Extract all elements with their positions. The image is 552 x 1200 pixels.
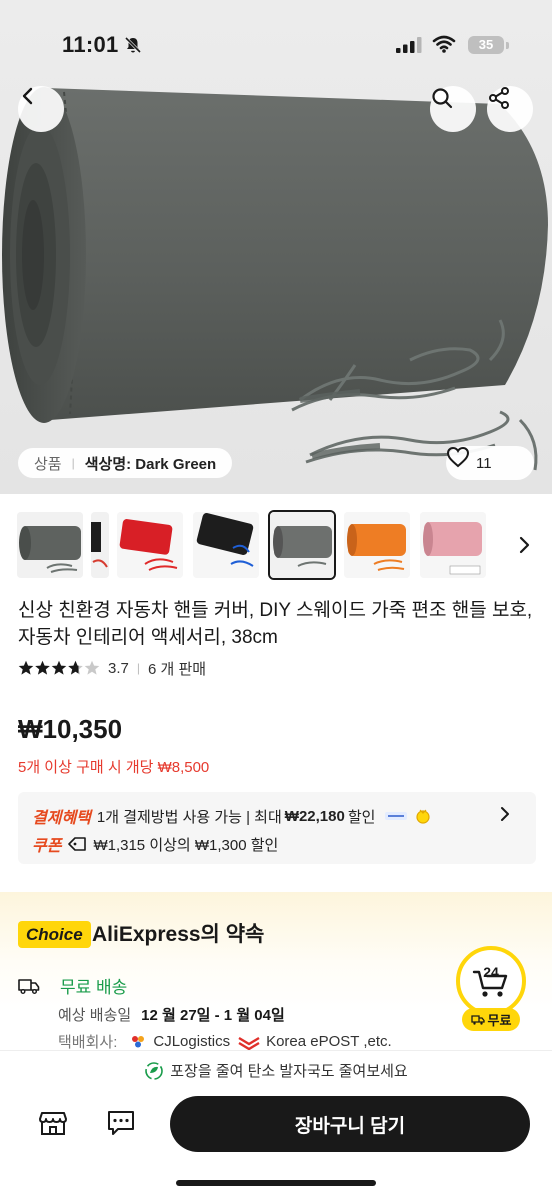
status-bar: 11:01 35 bbox=[0, 0, 552, 92]
chat-button[interactable] bbox=[104, 1105, 138, 1139]
carrier-row: 택배회사: CJLogistics Korea ePOST ,etc. bbox=[58, 1031, 392, 1052]
delivery-24h-badge[interactable]: 24 bbox=[456, 946, 526, 1016]
payment-benefit-tag: 결제혜택 bbox=[32, 810, 91, 827]
search-button[interactable] bbox=[430, 86, 476, 132]
star-icons bbox=[18, 660, 100, 675]
chevron-right-icon[interactable] bbox=[514, 533, 534, 557]
heart-icon bbox=[446, 446, 470, 468]
thumbnail-image bbox=[270, 512, 334, 578]
carrier-korea-post: Korea ePOST ,etc. bbox=[266, 1033, 392, 1050]
truck-small-icon bbox=[470, 1014, 485, 1025]
rating-row[interactable]: 3.7 | 6 개 판매 bbox=[18, 657, 206, 679]
like-count: 11 bbox=[476, 454, 492, 472]
tag-icon bbox=[68, 837, 87, 851]
eta-label: 예상 배송일 bbox=[58, 1007, 132, 1024]
add-to-cart-button[interactable]: 장바구니 담기 bbox=[170, 1096, 530, 1152]
thumbnail-dark-gray-selected[interactable] bbox=[268, 510, 336, 580]
bell-off-icon bbox=[124, 36, 142, 54]
delivery-eta-row: 예상 배송일 12 월 27일 - 1 월 04일 bbox=[58, 1004, 285, 1025]
search-icon bbox=[432, 88, 453, 109]
thumbnail-strip[interactable] bbox=[0, 510, 552, 584]
back-button[interactable] bbox=[18, 86, 64, 132]
eta-value: 12 월 27일 - 1 월 04일 bbox=[141, 1007, 285, 1024]
thumbnail-image bbox=[17, 512, 83, 578]
korea-post-logo-icon bbox=[238, 1036, 260, 1050]
coin-badge-icon bbox=[416, 809, 431, 824]
badge24-free-text: 무료 bbox=[487, 1013, 512, 1028]
carrier-cj: CJLogistics bbox=[153, 1033, 231, 1050]
battery-indicator: 35 bbox=[468, 36, 504, 54]
rating-value: 3.7 bbox=[108, 659, 129, 677]
rating-divider: | bbox=[136, 661, 140, 675]
share-icon bbox=[489, 87, 509, 109]
thumbnail-orange[interactable] bbox=[344, 512, 410, 578]
thumbnail-image bbox=[344, 512, 410, 578]
color-category-label: 상품 bbox=[34, 455, 62, 473]
choice-title: AliExpress의 약속 bbox=[92, 923, 265, 946]
product-title: 신상 친환경 자동차 핸들 커버, DIY 스웨이드 가죽 편조 핸들 보호, … bbox=[18, 600, 533, 648]
thumbnail-red[interactable] bbox=[117, 512, 183, 578]
price: ₩10,350 bbox=[18, 714, 123, 744]
star-rating bbox=[18, 660, 100, 676]
store-button[interactable] bbox=[36, 1105, 70, 1139]
chevron-right-icon bbox=[501, 807, 509, 821]
payment-benefit-amount: ₩22,180 bbox=[284, 807, 345, 825]
carrier-label: 택배회사: bbox=[58, 1034, 118, 1051]
coupon-text: ₩1,315 이상의 ₩1,300 할인 bbox=[93, 836, 279, 854]
sold-count: 6 개 판매 bbox=[147, 660, 207, 678]
eco-packaging-banner: 포장을 줄여 탄소 발자국도 줄여보세요 bbox=[0, 1050, 552, 1090]
thumbnail-dark-green[interactable] bbox=[17, 512, 83, 578]
thumbnail-image bbox=[193, 512, 259, 578]
pill-divider: | bbox=[71, 456, 75, 470]
chat-icon bbox=[108, 1111, 134, 1135]
promotion-box[interactable]: 결제혜택 1개 결제방법 사용 가능 | 최대 ₩22,180 할인 쿠폰 ₩1… bbox=[18, 792, 536, 864]
card-logo-icon bbox=[385, 812, 408, 820]
thumbnail-pink[interactable] bbox=[420, 512, 486, 578]
thumbnail-image bbox=[91, 512, 109, 578]
coupon-row[interactable]: 쿠폰 ₩1,315 이상의 ₩1,300 할인 bbox=[32, 832, 278, 856]
eco-text: 포장을 줄여 탄소 발자국도 줄여보세요 bbox=[170, 1063, 408, 1080]
coupon-tag: 쿠폰 bbox=[32, 838, 62, 855]
battery-cap bbox=[506, 42, 509, 49]
color-name-label: 색상명: Dark Green bbox=[84, 455, 217, 473]
thumbnail-black[interactable] bbox=[193, 512, 259, 578]
cj-logo-icon bbox=[132, 1035, 145, 1047]
badge24-number: 24 bbox=[483, 964, 499, 980]
payment-benefit-suffix: 할인 bbox=[347, 808, 376, 826]
delivery-truck-icon bbox=[18, 978, 40, 994]
share-button[interactable] bbox=[487, 86, 533, 132]
status-time: 11:01 bbox=[62, 32, 119, 57]
home-indicator bbox=[176, 1180, 376, 1186]
thumbnail-image bbox=[117, 512, 183, 578]
wishlist-button[interactable]: 11 bbox=[446, 446, 534, 480]
selected-color-pill[interactable]: 상품 | 색상명: Dark Green bbox=[18, 448, 233, 478]
badge24-free-label: 무료 bbox=[462, 1008, 520, 1031]
store-icon bbox=[39, 1112, 67, 1135]
chevron-left-icon bbox=[22, 87, 33, 105]
choice-badge: Choice bbox=[18, 921, 91, 948]
payment-benefit-row[interactable]: 결제혜택 1개 결제방법 사용 가능 | 최대 ₩22,180 할인 bbox=[32, 804, 431, 828]
cart-24-icon: 24 bbox=[472, 964, 508, 997]
thumbnail-image bbox=[420, 512, 486, 578]
free-shipping-label: 무료 배송 bbox=[60, 978, 128, 997]
cellular-signal-icon bbox=[396, 37, 422, 53]
recycle-leaf-icon bbox=[145, 1061, 164, 1080]
wifi-icon bbox=[432, 35, 456, 53]
thumbnail-partial[interactable] bbox=[91, 512, 109, 578]
free-shipping-row[interactable]: 무료 배송 bbox=[18, 973, 127, 998]
bulk-price-notice: 5개 이상 구매 시 개당 ₩8,500 bbox=[18, 759, 210, 776]
payment-benefit-text: 1개 결제방법 사용 가능 | 최대 bbox=[96, 808, 282, 826]
